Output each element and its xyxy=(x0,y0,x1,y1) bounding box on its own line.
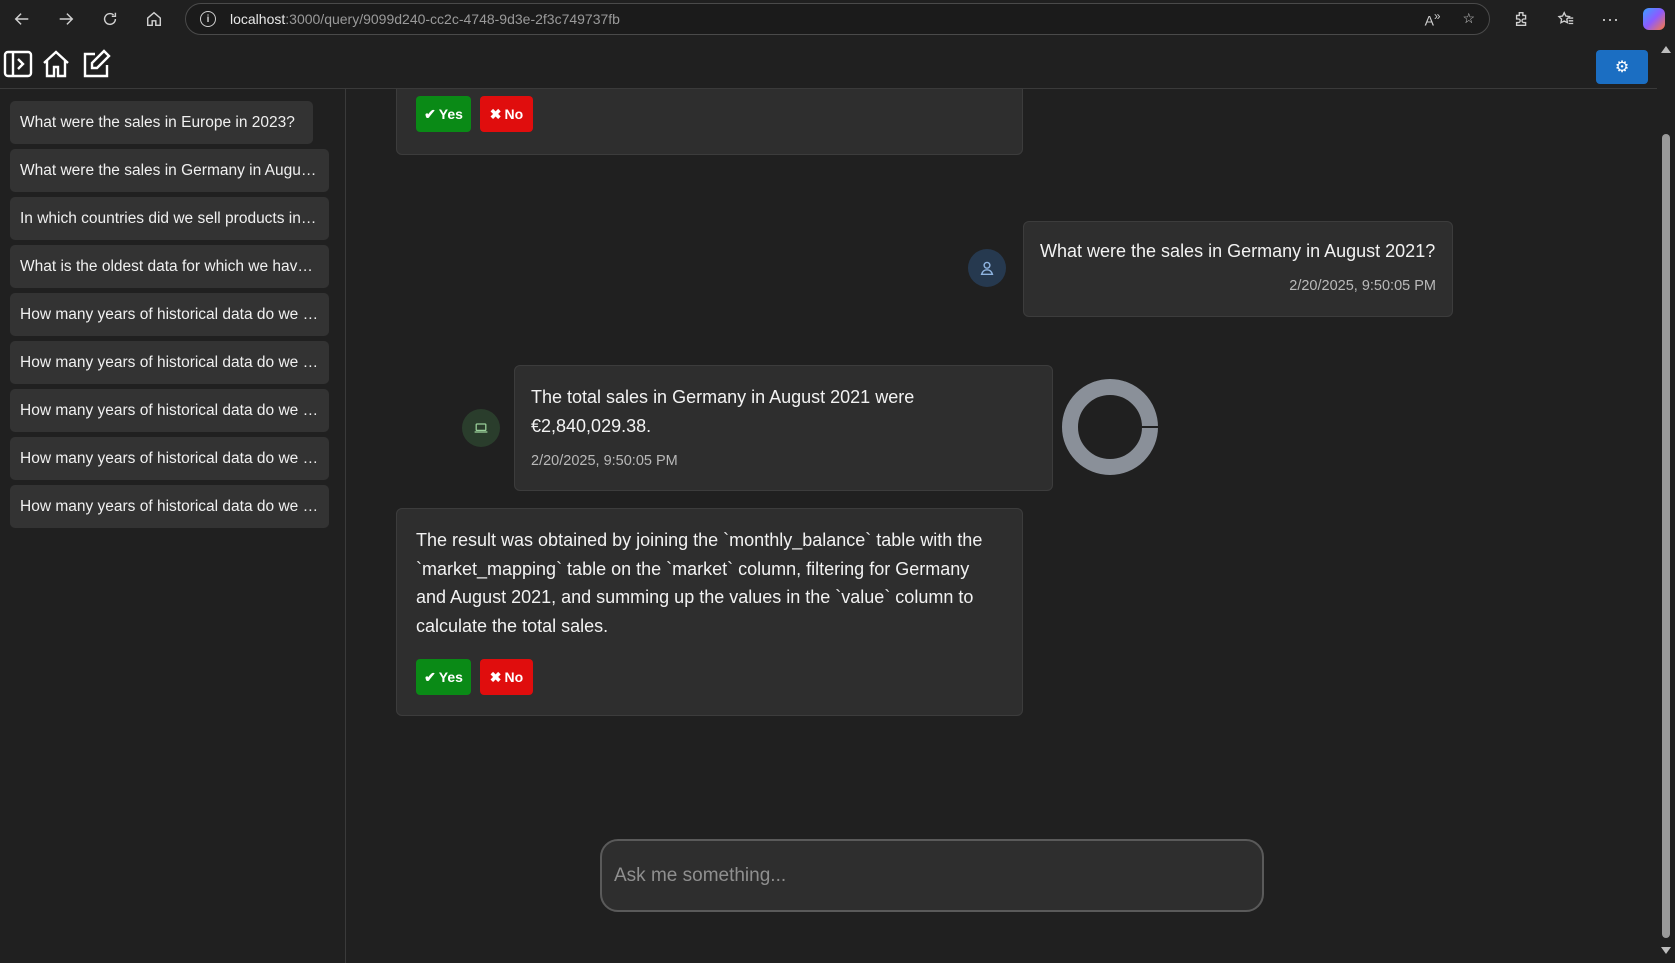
chat-input[interactable] xyxy=(600,839,1264,912)
scroll-up-icon[interactable] xyxy=(1661,46,1671,53)
url-text: localhost:3000/query/9099d240-cc2c-4748-… xyxy=(230,11,620,27)
explanation-text: The result was obtained by joining the `… xyxy=(416,526,982,640)
bot-message-line: The total sales in Germany in August 202… xyxy=(531,387,915,407)
more-options-icon[interactable]: ··· xyxy=(1588,0,1632,38)
feedback-yes-button[interactable]: ✔ Yes xyxy=(416,659,471,695)
cross-icon: ✖ xyxy=(489,105,502,122)
feedback-no-button[interactable]: ✖ No xyxy=(480,659,533,695)
user-icon xyxy=(980,261,994,276)
bot-message-timestamp: 2/20/2025, 9:50:05 PM xyxy=(531,453,678,469)
sidebar-item-history[interactable]: What were the sales in Europe in 2023? xyxy=(10,101,313,144)
sidebar-item-history[interactable]: How many years of historical data do we … xyxy=(10,341,329,384)
feedback-no-button[interactable]: ✖ No xyxy=(480,96,533,132)
laptop-icon xyxy=(474,423,488,433)
sidebar-item-label: How many years of historical data do we … xyxy=(20,353,319,371)
history-sidebar: What were the sales in Europe in 2023? W… xyxy=(0,89,346,963)
feedback-no-label: No xyxy=(504,106,524,122)
sidebar-item-label: How many years of historical data do we … xyxy=(20,401,319,419)
explanation-line: The result was obtained by joining the `… xyxy=(416,530,983,550)
explanation-line: calculate the total sales. xyxy=(416,615,609,636)
favorites-icon[interactable] xyxy=(1544,0,1588,38)
sidebar-item-label: What is the oldest data for which we hav… xyxy=(20,257,319,275)
bot-avatar xyxy=(462,409,500,447)
new-chat-icon[interactable] xyxy=(80,48,112,80)
refresh-icon[interactable] xyxy=(88,0,132,38)
check-icon: ✔ xyxy=(424,105,436,122)
sidebar-item-history[interactable]: How many years of historical data do we … xyxy=(10,293,329,336)
home-icon[interactable] xyxy=(40,48,72,80)
app-header: ⚙ xyxy=(0,38,1657,89)
sidebar-toggle-icon[interactable] xyxy=(2,48,34,80)
favorite-star-icon[interactable]: ☆ xyxy=(1462,10,1475,29)
user-message-text: What were the sales in Germany in August… xyxy=(1040,241,1436,261)
sidebar-item-history[interactable]: How many years of historical data do we … xyxy=(10,485,329,528)
sidebar-item-label: How many years of historical data do we … xyxy=(20,305,319,323)
site-info-icon[interactable]: i xyxy=(200,11,216,27)
read-aloud-icon[interactable]: A» xyxy=(1425,10,1441,29)
cross-icon: ✖ xyxy=(489,668,502,685)
sidebar-item-label: What were the sales in Germany in August… xyxy=(20,161,319,179)
sidebar-item-label: How many years of historical data do we … xyxy=(20,449,319,467)
scroll-thumb[interactable] xyxy=(1662,134,1670,938)
scroll-down-icon[interactable] xyxy=(1661,947,1671,954)
forward-icon[interactable] xyxy=(44,0,88,38)
browser-home-icon[interactable] xyxy=(132,0,176,38)
user-message-bubble: What were the sales in Germany in August… xyxy=(1023,221,1453,317)
check-icon: ✔ xyxy=(424,668,436,685)
gear-icon: ⚙ xyxy=(1614,59,1630,76)
sidebar-item-label: In which countries did we sell products … xyxy=(20,209,319,227)
bot-message-line: €2,840,029.38. xyxy=(531,416,652,436)
settings-button[interactable]: ⚙ xyxy=(1596,50,1648,84)
feedback-yes-button[interactable]: ✔ Yes xyxy=(416,96,471,132)
feedback-no-label: No xyxy=(504,669,524,685)
sidebar-item-label: How many years of historical data do we … xyxy=(20,497,319,515)
loading-spinner xyxy=(1062,379,1160,475)
explanation-line: `market_mapping` table on the `market` c… xyxy=(416,558,970,579)
bot-message-text: The total sales in Germany in August 202… xyxy=(531,383,914,441)
user-avatar xyxy=(968,249,1006,287)
chat-panel: ✔ Yes ✖ No What were the sales in Germany … xyxy=(346,89,1657,963)
extensions-icon[interactable] xyxy=(1500,0,1544,38)
user-message-timestamp: 2/20/2025, 9:50:05 PM xyxy=(1289,278,1436,294)
previous-explanation-bubble: ✔ Yes ✖ No xyxy=(396,89,1023,155)
back-icon[interactable] xyxy=(0,0,44,38)
sidebar-item-history[interactable]: What is the oldest data for which we hav… xyxy=(10,245,329,288)
feedback-yes-label: Yes xyxy=(438,106,463,122)
sidebar-item-history[interactable]: How many years of historical data do we … xyxy=(10,437,329,480)
explanation-line: and August 2021, and summing up the valu… xyxy=(416,587,974,607)
sidebar-item-history[interactable]: In which countries did we sell products … xyxy=(10,197,329,240)
sidebar-item-history[interactable]: What were the sales in Germany in August… xyxy=(10,149,329,192)
sidebar-item-label: What were the sales in Europe in 2023? xyxy=(20,113,295,131)
bot-message-bubble: The total sales in Germany in August 202… xyxy=(514,365,1053,491)
feedback-yes-label: Yes xyxy=(438,669,463,685)
address-bar[interactable]: i localhost:3000/query/9099d240-cc2c-474… xyxy=(185,3,1490,35)
sidebar-item-history[interactable]: How many years of historical data do we … xyxy=(10,389,329,432)
explanation-bubble: The result was obtained by joining the `… xyxy=(396,508,1023,716)
page-scrollbar[interactable] xyxy=(1657,38,1675,963)
copilot-icon[interactable] xyxy=(1632,0,1675,38)
